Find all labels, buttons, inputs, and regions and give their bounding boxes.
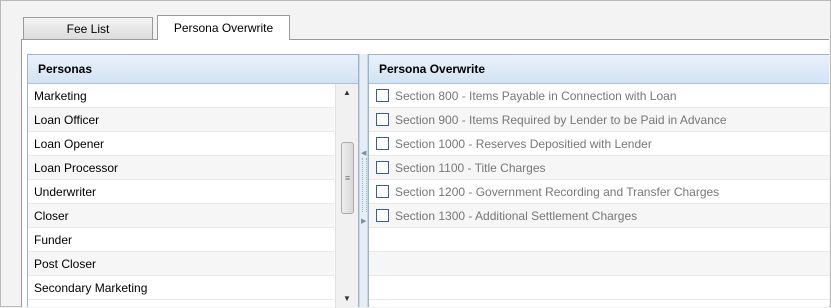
scroll-down-arrow-icon[interactable]: ▼ (336, 290, 358, 308)
panel-splitter[interactable]: ◀ ▶ (359, 54, 368, 307)
persona-item[interactable]: Marketing (28, 84, 334, 108)
collapse-right-icon[interactable]: ▶ (361, 218, 366, 226)
scroll-up-arrow-icon[interactable]: ▲ (336, 84, 358, 102)
overwrite-item-label: Section 1100 - Title Charges (395, 160, 546, 175)
tab-persona-overwrite[interactable]: Persona Overwrite (157, 15, 290, 40)
overwrite-item[interactable]: Section 900 - Items Required by Lender t… (369, 108, 829, 132)
personas-panel: Personas Marketing Loan Officer Loan Ope… (27, 54, 359, 308)
overwrite-item[interactable]: Section 1200 - Government Recording and … (369, 180, 829, 204)
checkbox[interactable] (376, 113, 389, 126)
tab-fee-list[interactable]: Fee List (23, 17, 153, 39)
overwrite-item-label: Section 1000 - Reserves Depositied with … (395, 136, 652, 151)
overwrite-item-label: Section 900 - Items Required by Lender t… (395, 112, 727, 127)
persona-item[interactable]: Post Closer (28, 252, 334, 276)
checkbox[interactable] (376, 161, 389, 174)
overwrite-item[interactable]: Section 800 - Items Payable in Connectio… (369, 84, 829, 108)
collapse-left-icon[interactable]: ◀ (361, 150, 366, 158)
checkbox[interactable] (376, 89, 389, 102)
empty-row (369, 276, 829, 300)
persona-item[interactable]: Secondary Marketing (28, 276, 334, 300)
persona-item[interactable]: Loan Officer (28, 108, 334, 132)
personas-header: Personas (28, 55, 358, 84)
persona-item[interactable]: Loan Opener (28, 132, 334, 156)
overwrite-item-label: Section 1200 - Government Recording and … (395, 184, 720, 199)
empty-row (369, 228, 829, 252)
splitter-grip-icon[interactable] (362, 158, 367, 212)
overwrite-item-label: Section 1300 - Additional Settlement Cha… (395, 208, 638, 223)
persona-item[interactable]: Funder (28, 228, 334, 252)
personas-list: Marketing Loan Officer Loan Opener Loan … (28, 84, 334, 307)
overwrite-item[interactable]: Section 1000 - Reserves Depositied with … (369, 132, 829, 156)
persona-item[interactable]: Closer (28, 204, 334, 228)
persona-overwrite-panel: Persona Overwrite Section 800 - Items Pa… (368, 54, 829, 307)
persona-item[interactable]: Underwriter (28, 180, 334, 204)
checkbox[interactable] (376, 209, 389, 222)
overwrite-item[interactable]: Section 1300 - Additional Settlement Cha… (369, 204, 829, 228)
overwrite-item-label: Section 800 - Items Payable in Connectio… (395, 88, 677, 103)
checkbox[interactable] (376, 137, 389, 150)
checkbox[interactable] (376, 185, 389, 198)
personas-scrollbar[interactable]: ▲ ≡ ▼ (335, 84, 358, 308)
overwrite-list: Section 800 - Items Payable in Connectio… (369, 84, 829, 300)
persona-overwrite-header: Persona Overwrite (369, 55, 829, 84)
empty-row (369, 252, 829, 276)
scroll-thumb[interactable]: ≡ (341, 142, 354, 214)
overwrite-item[interactable]: Section 1100 - Title Charges (369, 156, 829, 180)
persona-item[interactable]: Loan Processor (28, 156, 334, 180)
